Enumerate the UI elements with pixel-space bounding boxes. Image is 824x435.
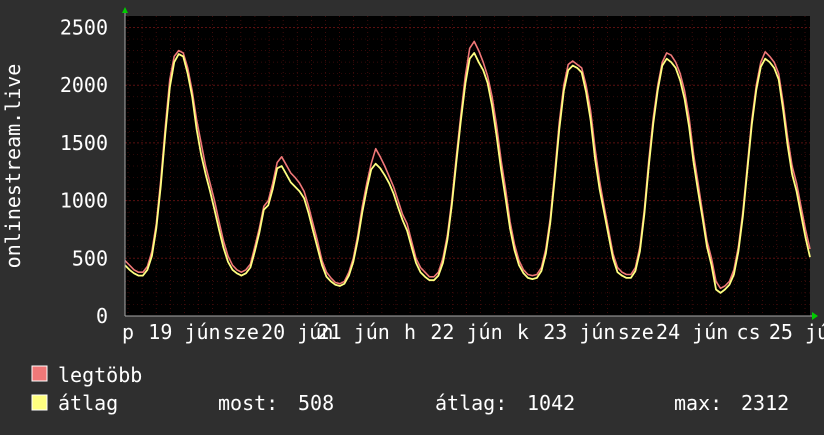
x-tick-label: 23 jún xyxy=(543,320,615,344)
x-tick-label: 21 jún xyxy=(318,320,390,344)
stat-atlag-label: átlag: xyxy=(435,391,507,415)
chart-svg: 05001000150020002500p 19 jún sze 20 jún21 j… xyxy=(0,0,824,430)
x-tick-label: 19 jún xyxy=(148,320,220,344)
x-tick-label: sze xyxy=(223,320,259,344)
legend-label-atlag: átlag xyxy=(58,391,118,415)
x-tick-label: 25 jún xyxy=(769,320,824,344)
y-tick-label: 1500 xyxy=(60,131,108,155)
y-tick-label: 2500 xyxy=(60,16,108,40)
y-tick-label: 1000 xyxy=(60,189,108,213)
legend-label-legtobb: legtöbb xyxy=(58,363,142,387)
legend-swatch-atlag xyxy=(31,394,48,411)
stat-most-value: 508 xyxy=(298,391,334,415)
stat-max-value: 2312 xyxy=(741,391,789,415)
y-tick-label: 2000 xyxy=(60,73,108,97)
x-tick-label: k xyxy=(517,320,529,344)
x-tick-label: cs xyxy=(737,320,761,344)
stat-most-label: most: xyxy=(218,391,278,415)
y-axis-label: onlinestream.live xyxy=(1,64,25,269)
legend-swatch-legtobb xyxy=(31,365,48,382)
x-tick-label: p xyxy=(122,320,134,344)
stat-atlag-value: 1042 xyxy=(527,391,575,415)
chart-root: 0 500 1000 1500 2000 2500 p 19 jún sze 20 jún 21 j… xyxy=(0,0,824,430)
x-tick-label: 24 jún xyxy=(656,320,728,344)
y-tick-label: 500 xyxy=(72,246,108,270)
x-tick-label: 22 jún xyxy=(430,320,502,344)
y-tick-label: 0 xyxy=(96,304,108,328)
stat-max-label: max: xyxy=(674,391,722,415)
x-tick-label: h xyxy=(404,320,416,344)
x-tick-label: sze xyxy=(618,320,654,344)
